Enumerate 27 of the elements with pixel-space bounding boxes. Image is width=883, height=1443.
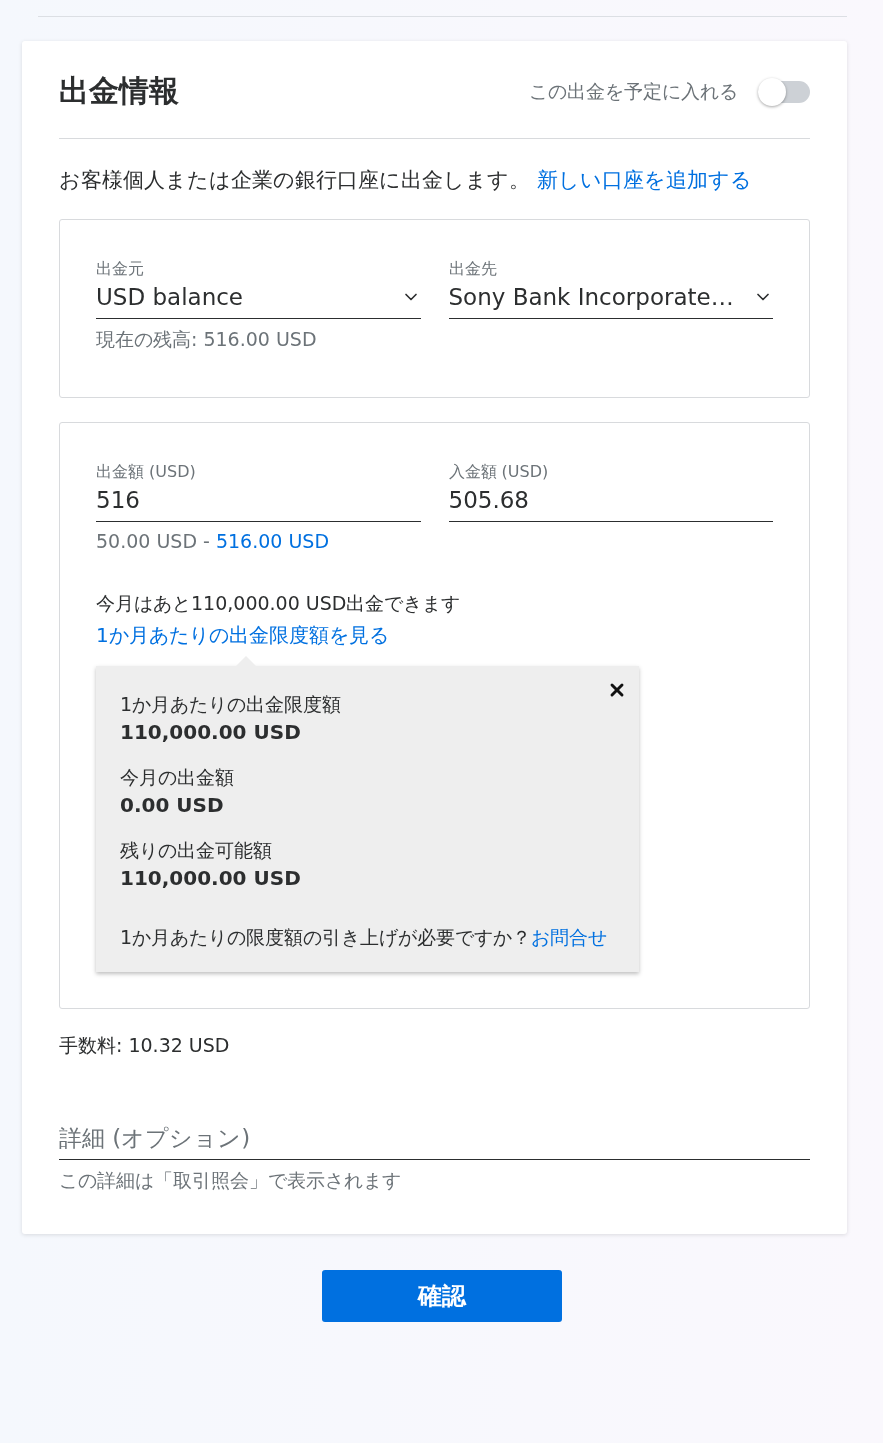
remaining-text: 今月はあと110,000.00 USD出金できます <box>96 591 462 616</box>
limit-value: 110,000.00 USD <box>120 719 302 746</box>
range-min: 50.00 USD <box>96 530 198 552</box>
memo-field[interactable]: 詳細 (オプション) <box>59 1117 810 1160</box>
limit-value: 0.00 USD <box>120 792 225 819</box>
amount-field[interactable]: 出金額 (USD) 516 <box>96 461 421 522</box>
account-select[interactable]: 出金元 USD balance <box>96 258 421 319</box>
balance-note: 現在の残高: 516.00 USD <box>96 327 317 352</box>
limit-link[interactable]: 1か月あたりの出金限度額を見る <box>96 620 389 650</box>
limit-label: 今月の出金額 <box>120 765 235 790</box>
confirm-button[interactable]: 確認 <box>321 1270 562 1322</box>
amount-field[interactable]: 入金額 (USD) 505.68 <box>448 461 773 522</box>
page-title: 出金情報 <box>59 72 179 110</box>
account-select[interactable]: 出金先 Sony Bank Incorporate… <box>448 258 773 319</box>
limit-label: 残りの出金可能額 <box>120 838 273 863</box>
range-separator: - <box>203 530 210 552</box>
add-account-link[interactable]: 新しい口座を追加する <box>536 168 752 192</box>
fee-text: 手数料: 10.32 USD <box>59 1033 231 1058</box>
increase-question: 1か月あたりの限度額の引き上げが必要ですか？お問合せ <box>120 925 609 950</box>
intro-text: お客様個人または企業の銀行口座に出金します。 新しい口座を追加する <box>59 167 753 194</box>
memo-hint: この詳細は「取引照会」で表示されます <box>59 1168 402 1193</box>
toggle-label: この出金を予定に入れる <box>529 78 738 104</box>
contact-link[interactable]: お問合せ <box>531 926 608 948</box>
schedule-toggle[interactable] <box>758 80 810 103</box>
limit-value: 110,000.00 USD <box>120 865 302 892</box>
range-max: 516.00 USD <box>215 530 329 552</box>
limit-label: 1か月あたりの出金限度額 <box>120 692 343 717</box>
